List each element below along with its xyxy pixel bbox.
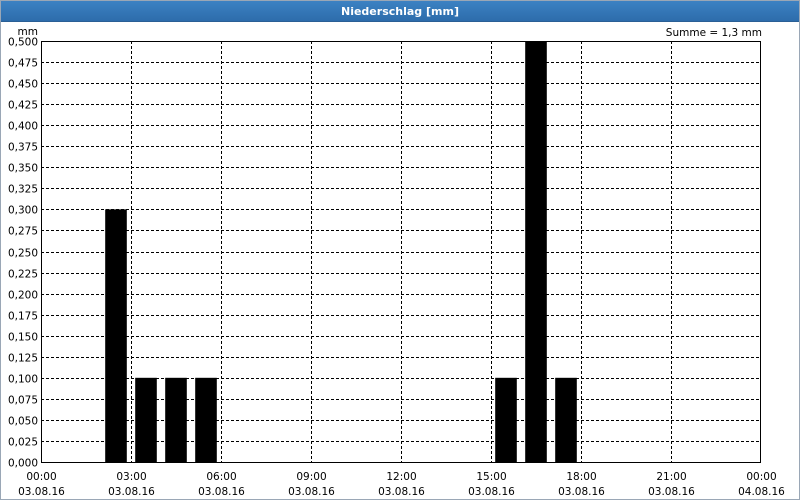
y-tick-label: 0,425 [8, 100, 38, 112]
y-tick-label: 0,325 [8, 184, 38, 196]
x-tick-time: 18:00 [566, 471, 596, 483]
precip-bar [555, 377, 577, 462]
x-tick-time: 15:00 [476, 471, 506, 483]
x-tick-date: 03.08.16 [198, 486, 245, 498]
y-tick-label: 0,100 [8, 374, 38, 386]
y-tick-label: 0,250 [8, 248, 38, 260]
precip-bar [165, 377, 187, 462]
x-tick-time: 06:00 [206, 471, 236, 483]
y-tick-label: 0,275 [8, 226, 38, 238]
y-tick-label: 0,500 [8, 37, 38, 49]
y-tick-label: 0,450 [8, 79, 38, 91]
y-tick-label: 0,050 [8, 416, 38, 428]
x-tick-date: 03.08.16 [18, 486, 65, 498]
y-axis-label: mm [18, 26, 38, 38]
y-tick-label: 0,200 [8, 290, 38, 302]
x-tick-time: 00:00 [746, 471, 776, 483]
chart-window: Niederschlag [mm] Summe = 1,3 mm 0,000 0,… [0, 0, 800, 500]
precip-bar [135, 377, 157, 462]
x-tick-date: 03.08.16 [108, 486, 155, 498]
precip-bar [105, 209, 127, 462]
precip-bar [195, 377, 217, 462]
y-tick-label: 0,225 [8, 269, 38, 281]
x-tick-date: 03.08.16 [558, 486, 605, 498]
y-tick-label: 0,175 [8, 311, 38, 323]
precip-bar [525, 41, 547, 462]
x-tick-time: 00:00 [26, 471, 56, 483]
x-tick-time: 03:00 [116, 471, 146, 483]
y-tick-label: 0,000 [8, 458, 38, 470]
precip-bar [495, 377, 517, 462]
x-tick-date: 03.08.16 [648, 486, 695, 498]
y-tick-label: 0,400 [8, 121, 38, 133]
x-tick-date: 04.08.16 [738, 486, 785, 498]
y-tick-label: 0,025 [8, 437, 38, 449]
y-tick-label: 0,150 [8, 332, 38, 344]
x-tick-date: 03.08.16 [288, 486, 335, 498]
y-tick-label: 0,375 [8, 142, 38, 154]
y-tick-label: 0,300 [8, 205, 38, 217]
x-tick-date: 03.08.16 [378, 486, 425, 498]
x-tick-time: 09:00 [296, 471, 326, 483]
y-tick-label: 0,350 [8, 163, 38, 175]
x-tick-date: 03.08.16 [468, 486, 515, 498]
x-tick-time: 21:00 [656, 471, 686, 483]
y-tick-label: 0,075 [8, 395, 38, 407]
x-tick-time: 12:00 [386, 471, 416, 483]
y-tick-label: 0,475 [8, 58, 38, 70]
precipitation-chart: 0,000 0,025 0,050 0,075 0,100 0,125 0,150 0,175… [8, 26, 785, 498]
y-tick-label: 0,125 [8, 353, 38, 365]
